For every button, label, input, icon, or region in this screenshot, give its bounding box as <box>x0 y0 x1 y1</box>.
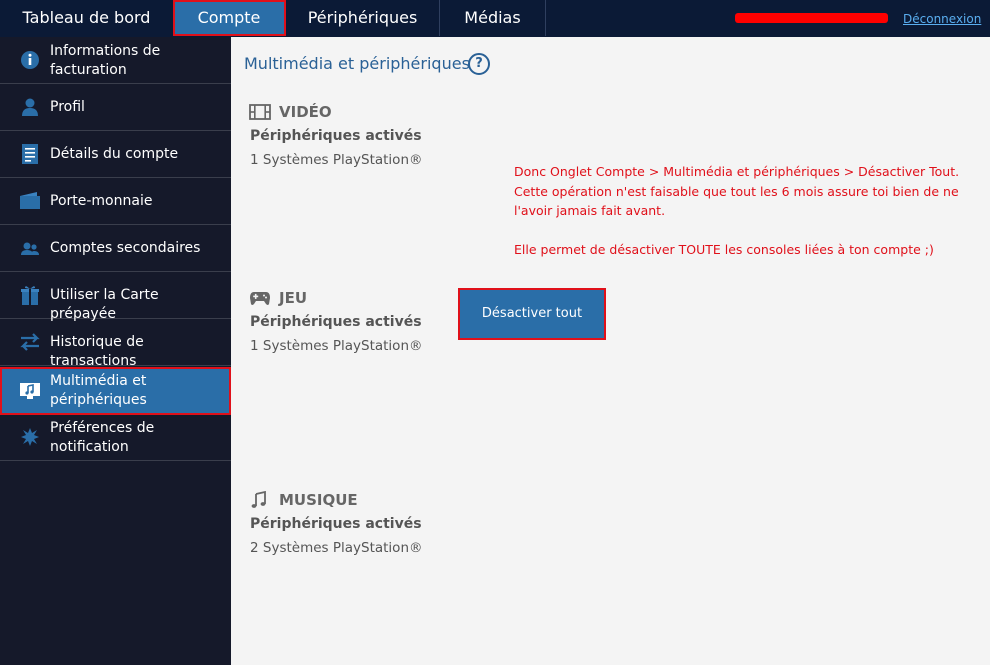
transfer-icon <box>19 331 41 353</box>
sidebar-item-wallet[interactable]: Porte-monnaie <box>0 178 231 225</box>
gift-icon <box>19 284 41 306</box>
section-title: VIDÉO <box>279 103 332 121</box>
sidebar-item-label: Multimédia et périphériques <box>50 373 147 408</box>
top-navigation: Tableau de bord Compte Périphériques Méd… <box>0 0 990 38</box>
annotation-line: Cette opération n'est faisable que tout … <box>514 183 959 199</box>
section-label: Périphériques activés <box>250 128 422 144</box>
users-icon <box>19 237 41 259</box>
page-title: Multimédia et périphériques <box>244 54 470 73</box>
sidebar-item-account-details[interactable]: Détails du compte <box>0 131 231 178</box>
annotation-text: Donc Onglet Compte > Multimédia et périp… <box>514 162 990 260</box>
sidebar-item-label: Comptes secondaires <box>50 240 201 256</box>
user-icon <box>19 96 41 118</box>
sidebar-item-prepaid-card[interactable]: Utiliser la Carte prépayée <box>0 272 231 322</box>
logout-link[interactable]: Déconnexion <box>903 12 981 26</box>
tab-media[interactable]: Médias <box>440 0 546 36</box>
help-icon[interactable]: ? <box>468 53 490 75</box>
gamepad-icon <box>249 289 271 307</box>
section-label: Périphériques activés <box>250 314 422 330</box>
wallet-icon <box>19 190 41 212</box>
sidebar-item-label: Historique de transactions <box>50 334 144 369</box>
section-title: MUSIQUE <box>279 491 358 509</box>
sidebar-item-transaction-history[interactable]: Historique de transactions <box>0 319 231 369</box>
sidebar-item-billing[interactable]: Informations de facturation <box>0 37 231 84</box>
section-title: JEU <box>279 289 308 307</box>
media-icon <box>19 379 41 401</box>
sidebar-item-label: Porte-monnaie <box>50 193 153 209</box>
notification-icon <box>19 426 41 448</box>
section-count: 1 Systèmes PlayStation® <box>250 152 423 168</box>
sidebar-item-sub-accounts[interactable]: Comptes secondaires <box>0 225 231 272</box>
sidebar: Informations de facturation Profil Détai… <box>0 37 231 665</box>
sidebar-item-profile[interactable]: Profil <box>0 84 231 131</box>
annotation-line: l'avoir jamais fait avant. <box>514 203 666 218</box>
tab-dashboard[interactable]: Tableau de bord <box>0 0 174 36</box>
section-count: 2 Systèmes PlayStation® <box>250 540 423 556</box>
document-icon <box>19 143 41 165</box>
tab-account[interactable]: Compte <box>173 0 286 36</box>
sidebar-item-media-devices[interactable]: Multimédia et périphériques <box>0 367 231 415</box>
sidebar-item-label: Préférences de notification <box>50 420 155 455</box>
annotation-line: Donc Onglet Compte > Multimédia et périp… <box>514 164 960 179</box>
redacted-username <box>735 13 888 23</box>
main-content: Multimédia et périphériques ? VIDÉO Péri… <box>231 37 990 665</box>
sidebar-item-label: Informations de facturation <box>50 43 161 78</box>
tab-devices[interactable]: Périphériques <box>286 0 440 36</box>
sidebar-item-label: Profil <box>50 99 85 115</box>
section-label: Périphériques activés <box>250 516 422 532</box>
sidebar-item-notification-preferences[interactable]: Préférences de notification <box>0 414 231 461</box>
sidebar-item-label: Détails du compte <box>50 146 179 162</box>
annotation-line: Elle permet de désactiver TOUTE les cons… <box>514 242 934 257</box>
film-icon <box>249 103 271 121</box>
info-icon <box>19 49 41 71</box>
deactivate-all-button[interactable]: Désactiver tout <box>458 288 606 340</box>
section-count: 1 Systèmes PlayStation® <box>250 338 423 354</box>
music-note-icon <box>249 490 271 509</box>
